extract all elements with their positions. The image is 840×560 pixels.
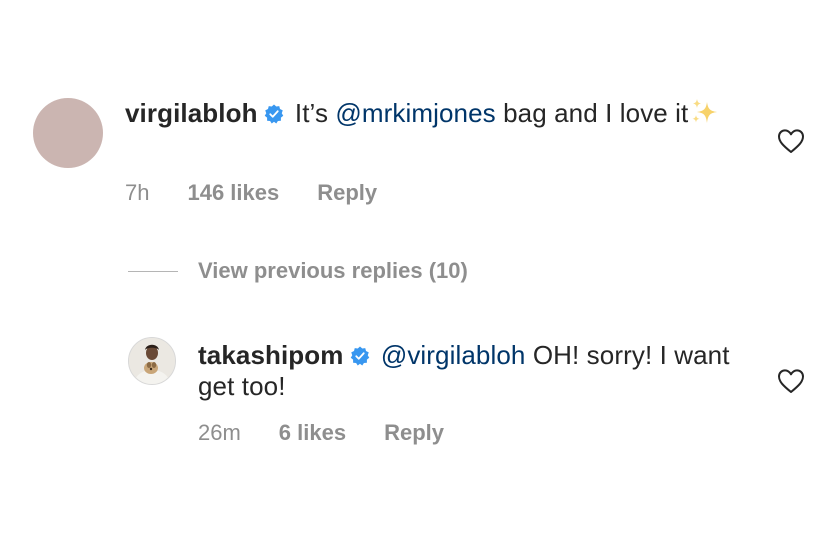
comment-likes[interactable]: 6 likes [279,420,346,446]
sparkles-emoji [692,99,718,123]
avatar-photo [129,338,175,384]
reply-button[interactable]: Reply [317,180,377,206]
heart-outline-icon[interactable] [777,128,805,154]
avatar[interactable] [33,98,103,168]
comment-text-after: bag and I love it [495,98,689,128]
divider-line [128,270,178,272]
comment-meta: 26m 6 likes Reply [198,420,444,446]
view-previous-replies-label: View previous replies (10) [198,258,468,283]
comment-timestamp[interactable]: 26m [198,420,241,446]
view-previous-replies-button[interactable]: View previous replies (10) [128,258,468,284]
comment-text: takashipom @virgilabloh OH! sorry! I wan… [198,340,738,402]
mention-link[interactable]: @mrkimjones [335,98,495,128]
verified-badge-icon [350,346,369,366]
comment-likes[interactable]: 146 likes [187,180,279,206]
comment-username[interactable]: virgilabloh [125,98,258,128]
comment-text-before [374,340,381,370]
mention-link[interactable]: @virgilabloh [381,340,526,370]
avatar[interactable] [128,337,176,385]
reply-button[interactable]: Reply [384,420,444,446]
heart-outline-icon[interactable] [777,368,805,394]
comment-text-before: It’s [287,98,336,128]
comment-timestamp[interactable]: 7h [125,180,149,206]
comments-panel: virgilabloh It’s @mrkimjones bag and I l… [0,0,840,560]
comment-username[interactable]: takashipom [198,340,344,370]
verified-badge-icon [264,104,283,124]
comment-text: virgilabloh It’s @mrkimjones bag and I l… [125,98,745,129]
comment-meta: 7h 146 likes Reply [125,180,377,206]
